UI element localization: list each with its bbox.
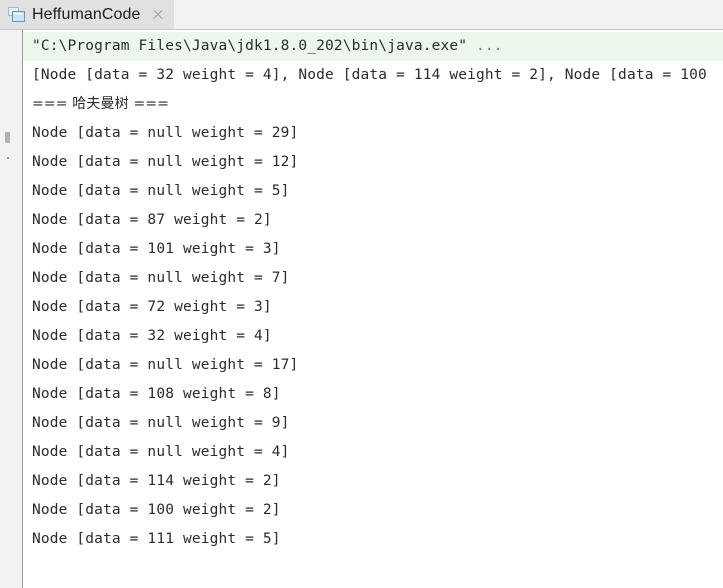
console-output-line: Node [data = null weight = 7] <box>32 270 290 286</box>
console-exit-line: Process finished with exit code 0 <box>23 583 723 588</box>
console-output-line: Node [data = 101 weight = 3] <box>32 241 281 257</box>
console-output[interactable]: "C:\Program Files\Java\jdk1.8.0_202\bin\… <box>23 30 723 588</box>
close-icon[interactable] <box>151 8 165 22</box>
console-output-line: Node [data = 114 weight = 2] <box>32 473 281 489</box>
console-tab-strip: HeffumanCode <box>0 0 723 30</box>
console-output-line: Node [data = 111 weight = 5] <box>32 531 281 547</box>
run-console-panel: "C:\Program Files\Java\jdk1.8.0_202\bin\… <box>0 30 723 588</box>
console-output-line: Node [data = null weight = 12] <box>32 154 299 170</box>
console-output-line: Node [data = null weight = 5] <box>32 183 290 199</box>
console-output-line: Node [data = 72 weight = 3] <box>32 299 272 315</box>
console-gutter[interactable] <box>0 30 23 588</box>
console-command-line: "C:\Program Files\Java\jdk1.8.0_202\bin\… <box>23 32 723 61</box>
console-output-line: Node [data = null weight = 29] <box>32 125 299 141</box>
console-output-line: Node [data = 32 weight = 4] <box>32 328 272 344</box>
gutter-fold-marker[interactable] <box>5 132 10 143</box>
console-output-line: Node [data = null weight = 4] <box>32 444 290 460</box>
gutter-dot-marker <box>7 157 9 159</box>
run-configuration-icon <box>8 7 25 22</box>
tab-label: HeffumanCode <box>32 5 141 23</box>
console-heading-line: === 哈夫曼树 === <box>32 96 170 112</box>
console-output-line: Node [data = null weight = 9] <box>32 415 290 431</box>
console-output-line: [Node [data = 32 weight = 4], Node [data… <box>32 67 707 83</box>
tab-heffumancode[interactable]: HeffumanCode <box>0 0 174 29</box>
console-output-line: Node [data = null weight = 17] <box>32 357 299 373</box>
console-output-line: Node [data = 108 weight = 8] <box>32 386 281 402</box>
console-output-line: Node [data = 87 weight = 2] <box>32 212 272 228</box>
console-output-line: Node [data = 100 weight = 2] <box>32 502 281 518</box>
